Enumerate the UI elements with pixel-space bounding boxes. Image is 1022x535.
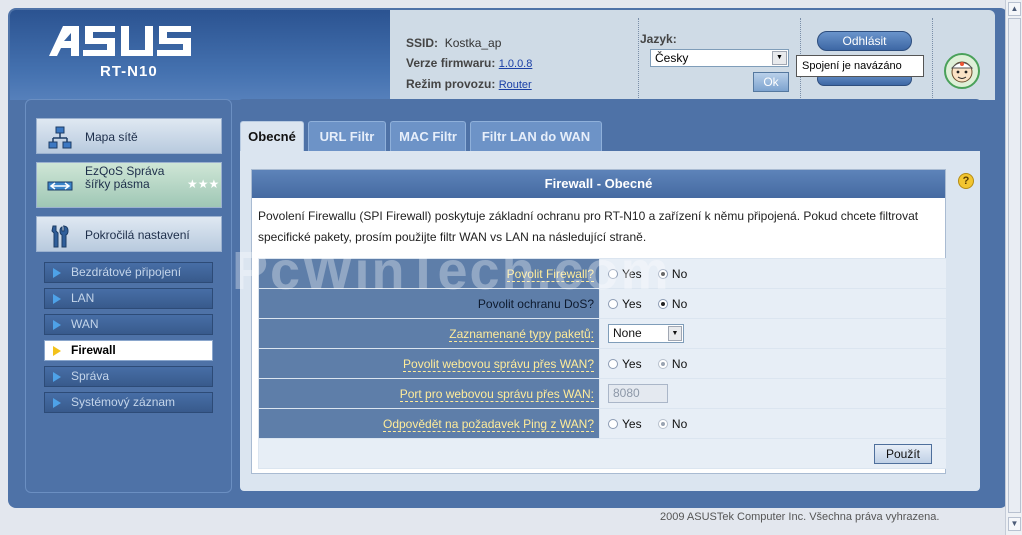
vertical-scrollbar[interactable]: ▲ ▼ [1005, 0, 1022, 535]
tools-icon [51, 225, 69, 248]
language-value: Česky [655, 51, 689, 65]
sidebar-item-label: LAN [71, 291, 95, 305]
logout-button[interactable]: Odhlásit [817, 31, 912, 51]
panel-title: Firewall - Obecné [252, 170, 945, 198]
sidebar-item-system-log[interactable]: Systémový záznam [44, 392, 213, 413]
scroll-up-icon[interactable]: ▲ [1008, 2, 1021, 16]
sidebar-item-advanced[interactable]: Pokročilá nastavení [36, 216, 222, 252]
sidebar-item-label: WAN [71, 317, 99, 331]
connection-status-icon[interactable] [944, 53, 980, 89]
tab-url-filter[interactable]: URL Filtr [308, 121, 386, 152]
language-label: Jazyk: [640, 32, 677, 46]
table-row: Zaznamenané typy paketů: None ▼ [258, 318, 947, 349]
ssid-label: SSID: [406, 36, 439, 50]
model-name: RT-N10 [100, 63, 158, 80]
table-row: Odpovědět na požadavek Ping z WAN? Yes N… [258, 408, 947, 439]
separator [932, 18, 933, 98]
wan-web-access-label[interactable]: Povolit webovou správu přes WAN? [403, 356, 594, 372]
status-block: SSID: Kostka_ap Verze firmwaru: 1.0.0.8 … [406, 33, 532, 95]
network-map-icon [48, 126, 72, 149]
tab-general[interactable]: Obecné [240, 121, 304, 152]
logo-area: RT-N10 [10, 10, 390, 100]
language-ok-button[interactable]: Ok [753, 72, 789, 92]
sidebar-item-administration[interactable]: Správa [44, 366, 213, 387]
ezqos-icon [47, 181, 73, 191]
arrow-right-icon [53, 372, 61, 382]
ping-yes-radio[interactable] [608, 419, 618, 430]
wan-access-no-radio[interactable] [657, 359, 668, 370]
scroll-thumb[interactable] [1008, 18, 1021, 513]
firmware-label: Verze firmwaru: [406, 56, 496, 70]
scroll-down-icon[interactable]: ▼ [1008, 517, 1021, 531]
sidebar-item-label: Bezdrátové připojení [71, 265, 182, 279]
sidebar-item-label: Systémový záznam [71, 395, 176, 409]
sidebar: Mapa sítě EzQoS Správa šířky pásma ★★★ P… [25, 99, 232, 493]
table-row: Povolit webovou správu přes WAN? Yes No [258, 348, 947, 379]
ping-response-label[interactable]: Odpovědět na požadavek Ping z WAN? [382, 416, 594, 432]
firewall-panel: Firewall - Obecné Povolení Firewallu (SP… [251, 169, 947, 474]
tab-lan-to-wan-filter[interactable]: Filtr LAN do WAN [470, 121, 602, 152]
sidebar-item-label: Firewall [71, 343, 116, 357]
sidebar-item-label: EzQoS Správa šířky pásma [85, 164, 165, 191]
arrow-right-icon [53, 346, 61, 356]
tab-body: Firewall - Obecné Povolení Firewallu (SP… [240, 151, 980, 491]
sidebar-item-wireless[interactable]: Bezdrátové připojení [44, 262, 213, 283]
chevron-down-icon[interactable]: ▼ [668, 326, 682, 341]
arrow-right-icon [53, 268, 61, 278]
arrow-right-icon [53, 320, 61, 330]
watermark: PcWinTech.com [232, 241, 671, 301]
arrow-right-icon [53, 294, 61, 304]
apply-button[interactable]: Použít [874, 443, 932, 464]
ping-no-radio[interactable] [657, 419, 668, 430]
sidebar-item-label: Správa [71, 369, 110, 383]
wan-web-port-input[interactable]: 8080 [608, 384, 668, 403]
tab-mac-filter[interactable]: MAC Filtr [390, 121, 466, 152]
sidebar-item-network-map[interactable]: Mapa sítě [36, 118, 222, 154]
asus-logo-icon [49, 26, 191, 56]
connection-tooltip: Spojení je navázáno [796, 55, 924, 77]
sidebar-item-label: Mapa sítě [85, 130, 138, 144]
separator [638, 18, 639, 98]
language-select[interactable]: Česky ▼ [650, 49, 789, 67]
mode-link[interactable]: Router [499, 79, 532, 91]
footer-copyright: 2009 ASUSTek Computer Inc. Všechna práva… [660, 511, 940, 523]
chevron-down-icon[interactable]: ▼ [772, 51, 787, 65]
ssid-value: Kostka_ap [444, 36, 502, 50]
arrow-right-icon [53, 398, 61, 408]
mode-label: Režim provozu: [406, 77, 496, 91]
apply-row: Použít [258, 438, 947, 469]
wan-access-yes-radio[interactable] [608, 359, 618, 370]
logged-packets-select[interactable]: None ▼ [608, 324, 684, 343]
sidebar-item-label: Pokročilá nastavení [85, 228, 190, 242]
sidebar-item-firewall[interactable]: Firewall [44, 340, 213, 361]
sidebar-item-ezqos[interactable]: EzQoS Správa šířky pásma ★★★ [36, 162, 222, 208]
table-row: Port pro webovou správu přes WAN: 8080 [258, 378, 947, 409]
stars-icon: ★★★ [187, 177, 220, 191]
sidebar-item-lan[interactable]: LAN [44, 288, 213, 309]
logged-packets-label[interactable]: Zaznamenané typy paketů: [449, 326, 594, 342]
help-icon[interactable]: ? [958, 173, 974, 189]
firmware-link[interactable]: 1.0.0.8 [499, 58, 533, 70]
sidebar-item-wan[interactable]: WAN [44, 314, 213, 335]
wan-web-port-label[interactable]: Port pro webovou správu přes WAN: [399, 386, 594, 402]
